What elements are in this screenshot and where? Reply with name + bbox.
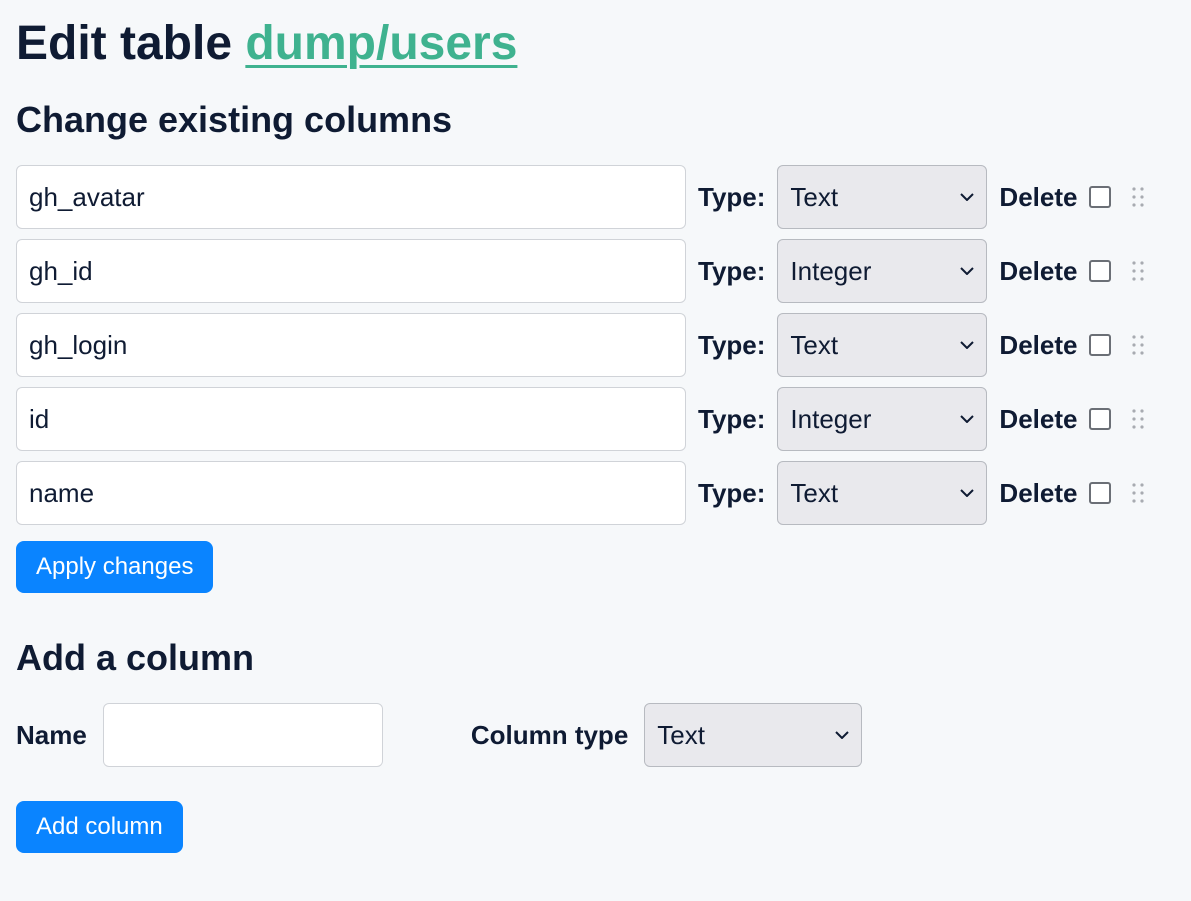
column-delete-checkbox[interactable] xyxy=(1089,186,1111,208)
drag-handle-icon[interactable] xyxy=(1129,331,1147,359)
page-title: Edit table dump/users xyxy=(16,16,1175,71)
column-delete-label: Delete xyxy=(999,404,1077,435)
drag-handle-icon[interactable] xyxy=(1129,257,1147,285)
page-title-prefix: Edit table xyxy=(16,17,245,70)
column-row: Type: TextInteger Delete xyxy=(16,387,1175,451)
column-row: Type: TextInteger Delete xyxy=(16,461,1175,525)
column-type-label: Type: xyxy=(698,256,765,287)
column-row: Type: TextInteger Delete xyxy=(16,313,1175,377)
column-row: Type: TextInteger Delete xyxy=(16,239,1175,303)
column-delete-checkbox[interactable] xyxy=(1089,334,1111,356)
column-type-label: Type: xyxy=(698,404,765,435)
add-column-heading: Add a column xyxy=(16,637,1175,679)
column-delete-label: Delete xyxy=(999,256,1077,287)
column-type-select[interactable]: TextInteger xyxy=(777,313,987,377)
column-type-label: Type: xyxy=(698,330,765,361)
drag-handle-icon[interactable] xyxy=(1129,479,1147,507)
column-type-select[interactable]: TextInteger xyxy=(777,461,987,525)
column-type-select[interactable]: TextInteger xyxy=(777,165,987,229)
column-delete-label: Delete xyxy=(999,182,1077,213)
column-delete-checkbox[interactable] xyxy=(1089,260,1111,282)
column-name-input[interactable] xyxy=(16,313,686,377)
add-column-type-select[interactable]: TextInteger xyxy=(644,703,862,767)
apply-changes-button[interactable]: Apply changes xyxy=(16,541,213,593)
column-delete-checkbox[interactable] xyxy=(1089,408,1111,430)
add-column-name-input[interactable] xyxy=(103,703,383,767)
column-name-input[interactable] xyxy=(16,239,686,303)
drag-handle-icon[interactable] xyxy=(1129,183,1147,211)
table-link[interactable]: dump/users xyxy=(245,17,517,70)
column-name-input[interactable] xyxy=(16,387,686,451)
column-type-select[interactable]: TextInteger xyxy=(777,239,987,303)
column-delete-label: Delete xyxy=(999,478,1077,509)
add-column-type-label: Column type xyxy=(471,720,628,751)
column-type-label: Type: xyxy=(698,182,765,213)
drag-handle-icon[interactable] xyxy=(1129,405,1147,433)
column-row: Type: TextInteger Delete xyxy=(16,165,1175,229)
column-name-input[interactable] xyxy=(16,165,686,229)
add-column-name-label: Name xyxy=(16,720,87,751)
column-type-label: Type: xyxy=(698,478,765,509)
column-delete-label: Delete xyxy=(999,330,1077,361)
column-delete-checkbox[interactable] xyxy=(1089,482,1111,504)
column-name-input[interactable] xyxy=(16,461,686,525)
column-type-select[interactable]: TextInteger xyxy=(777,387,987,451)
change-columns-heading: Change existing columns xyxy=(16,99,1175,141)
add-column-button[interactable]: Add column xyxy=(16,801,183,853)
